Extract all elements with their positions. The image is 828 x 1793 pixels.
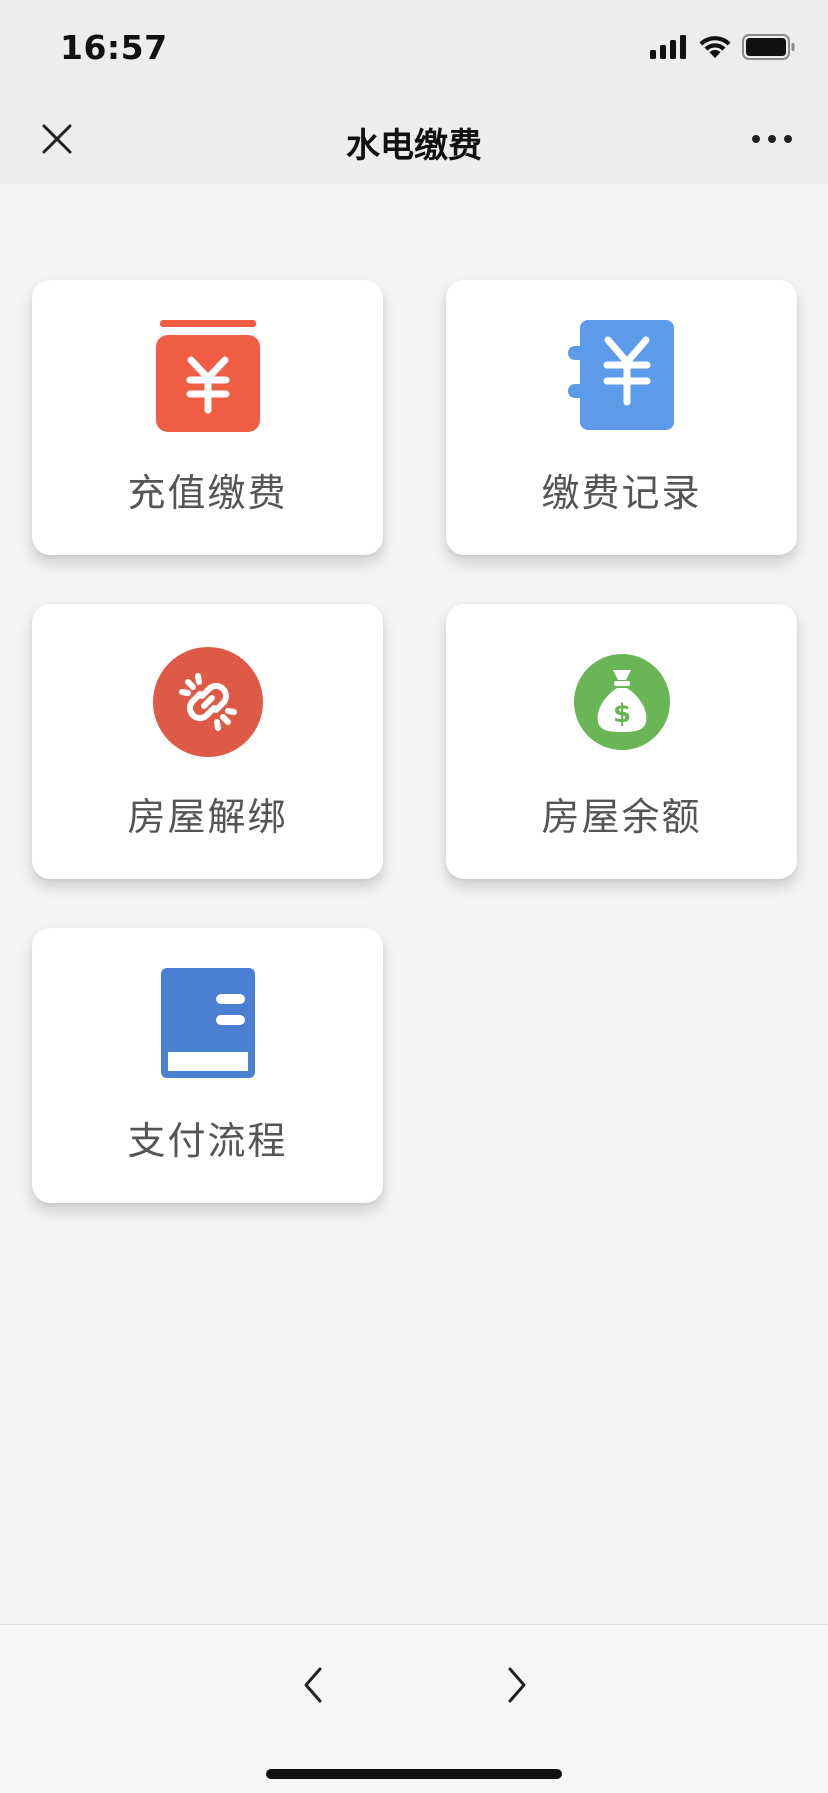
battery-icon — [742, 34, 795, 60]
card-recharge[interactable]: 充值缴费 — [32, 280, 383, 555]
home-indicator — [266, 1769, 562, 1779]
recharge-yen-icon — [148, 318, 268, 438]
payment-record-icon — [562, 318, 682, 438]
card-label: 房屋余额 — [541, 795, 702, 839]
card-unbind-house[interactable]: 房屋解绑 — [32, 604, 383, 879]
bottom-nav-bar — [0, 1624, 828, 1793]
wifi-icon — [699, 36, 731, 58]
card-payment-process[interactable]: 支付流程 — [32, 928, 383, 1203]
chevron-left-icon — [304, 1667, 322, 1703]
book-icon — [148, 966, 268, 1086]
nav-bar: 水电缴费 — [0, 96, 828, 184]
status-bar: 16:57 — [0, 0, 828, 96]
more-icon — [752, 135, 792, 143]
unlink-icon — [148, 642, 268, 762]
card-payment-record[interactable]: 缴费记录 — [446, 280, 797, 555]
card-label: 房屋解绑 — [127, 795, 288, 839]
forward-button[interactable] — [486, 1655, 546, 1715]
status-icons — [650, 34, 796, 60]
card-label: 充值缴费 — [127, 471, 288, 515]
more-button[interactable] — [746, 118, 798, 160]
card-label: 缴费记录 — [541, 471, 702, 515]
signal-icon — [650, 35, 686, 59]
money-bag-icon: $ — [562, 642, 682, 762]
svg-text:$: $ — [612, 699, 630, 729]
status-time: 16:57 — [60, 28, 168, 67]
chevron-right-icon — [508, 1667, 526, 1703]
back-button[interactable] — [284, 1655, 344, 1715]
page-title: 水电缴费 — [346, 126, 482, 166]
card-label: 支付流程 — [127, 1119, 288, 1163]
card-house-balance[interactable]: $ 房屋余额 — [446, 604, 797, 879]
